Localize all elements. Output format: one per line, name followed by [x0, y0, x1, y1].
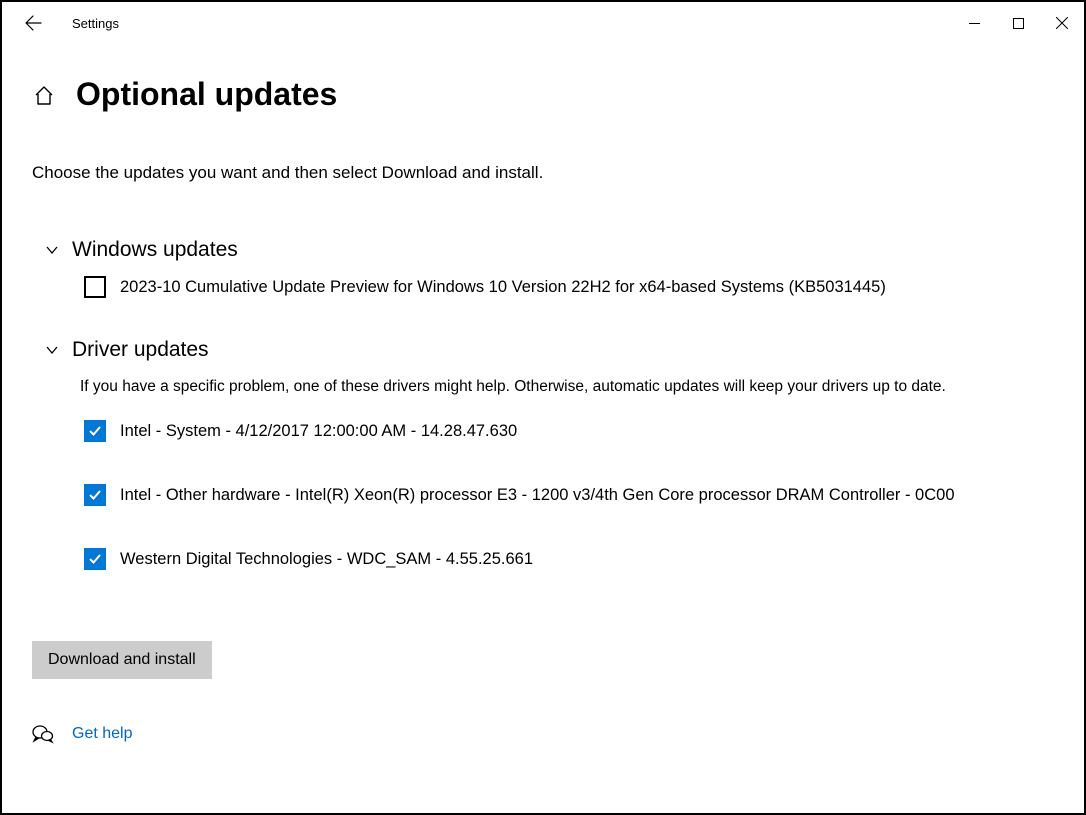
- driver-updates-title: Driver updates: [72, 338, 209, 362]
- update-checkbox-intel-system[interactable]: [84, 420, 106, 442]
- windows-updates-title: Windows updates: [72, 238, 238, 262]
- back-button[interactable]: [22, 12, 44, 34]
- update-item: Intel - Other hardware - Intel(R) Xeon(R…: [32, 484, 1054, 506]
- arrow-left-icon: [24, 14, 42, 32]
- titlebar: Settings: [2, 2, 1084, 44]
- home-icon: [33, 84, 55, 106]
- update-item: 2023-10 Cumulative Update Preview for Wi…: [32, 276, 1054, 298]
- get-help-icon: [32, 723, 54, 745]
- help-row: Get help: [32, 723, 1054, 745]
- instruction-text: Choose the updates you want and then sel…: [32, 163, 1054, 183]
- page-title: Optional updates: [76, 76, 337, 113]
- chevron-down-icon: [44, 342, 60, 358]
- get-help-link[interactable]: Get help: [72, 725, 132, 743]
- update-label: Intel - System - 4/12/2017 12:00:00 AM -…: [120, 420, 517, 442]
- driver-updates-description: If you have a specific problem, one of t…: [32, 376, 1054, 398]
- driver-updates-section: Driver updates If you have a specific pr…: [32, 338, 1054, 570]
- app-title: Settings: [72, 16, 119, 31]
- chevron-down-icon: [44, 242, 60, 258]
- update-checkbox-wdc[interactable]: [84, 548, 106, 570]
- update-label: Intel - Other hardware - Intel(R) Xeon(R…: [120, 484, 955, 506]
- minimize-button[interactable]: [952, 7, 996, 39]
- update-label: Western Digital Technologies - WDC_SAM -…: [120, 548, 533, 570]
- minimize-icon: [969, 18, 980, 29]
- home-button[interactable]: [32, 83, 56, 107]
- page-header: Optional updates: [32, 76, 1054, 113]
- update-item: Western Digital Technologies - WDC_SAM -…: [32, 548, 1054, 570]
- windows-updates-header[interactable]: Windows updates: [32, 238, 1054, 262]
- close-button[interactable]: [1040, 7, 1084, 39]
- close-icon: [1056, 17, 1068, 29]
- windows-updates-section: Windows updates 2023-10 Cumulative Updat…: [32, 238, 1054, 298]
- titlebar-left: Settings: [22, 12, 119, 34]
- download-install-button[interactable]: Download and install: [32, 641, 212, 679]
- update-label: 2023-10 Cumulative Update Preview for Wi…: [120, 276, 886, 298]
- update-item: Intel - System - 4/12/2017 12:00:00 AM -…: [32, 420, 1054, 442]
- window-controls: [952, 7, 1084, 39]
- maximize-icon: [1013, 18, 1024, 29]
- driver-updates-header[interactable]: Driver updates: [32, 338, 1054, 362]
- update-checkbox-kb5031445[interactable]: [84, 276, 106, 298]
- maximize-button[interactable]: [996, 7, 1040, 39]
- content-area: Optional updates Choose the updates you …: [2, 44, 1084, 775]
- update-checkbox-intel-other[interactable]: [84, 484, 106, 506]
